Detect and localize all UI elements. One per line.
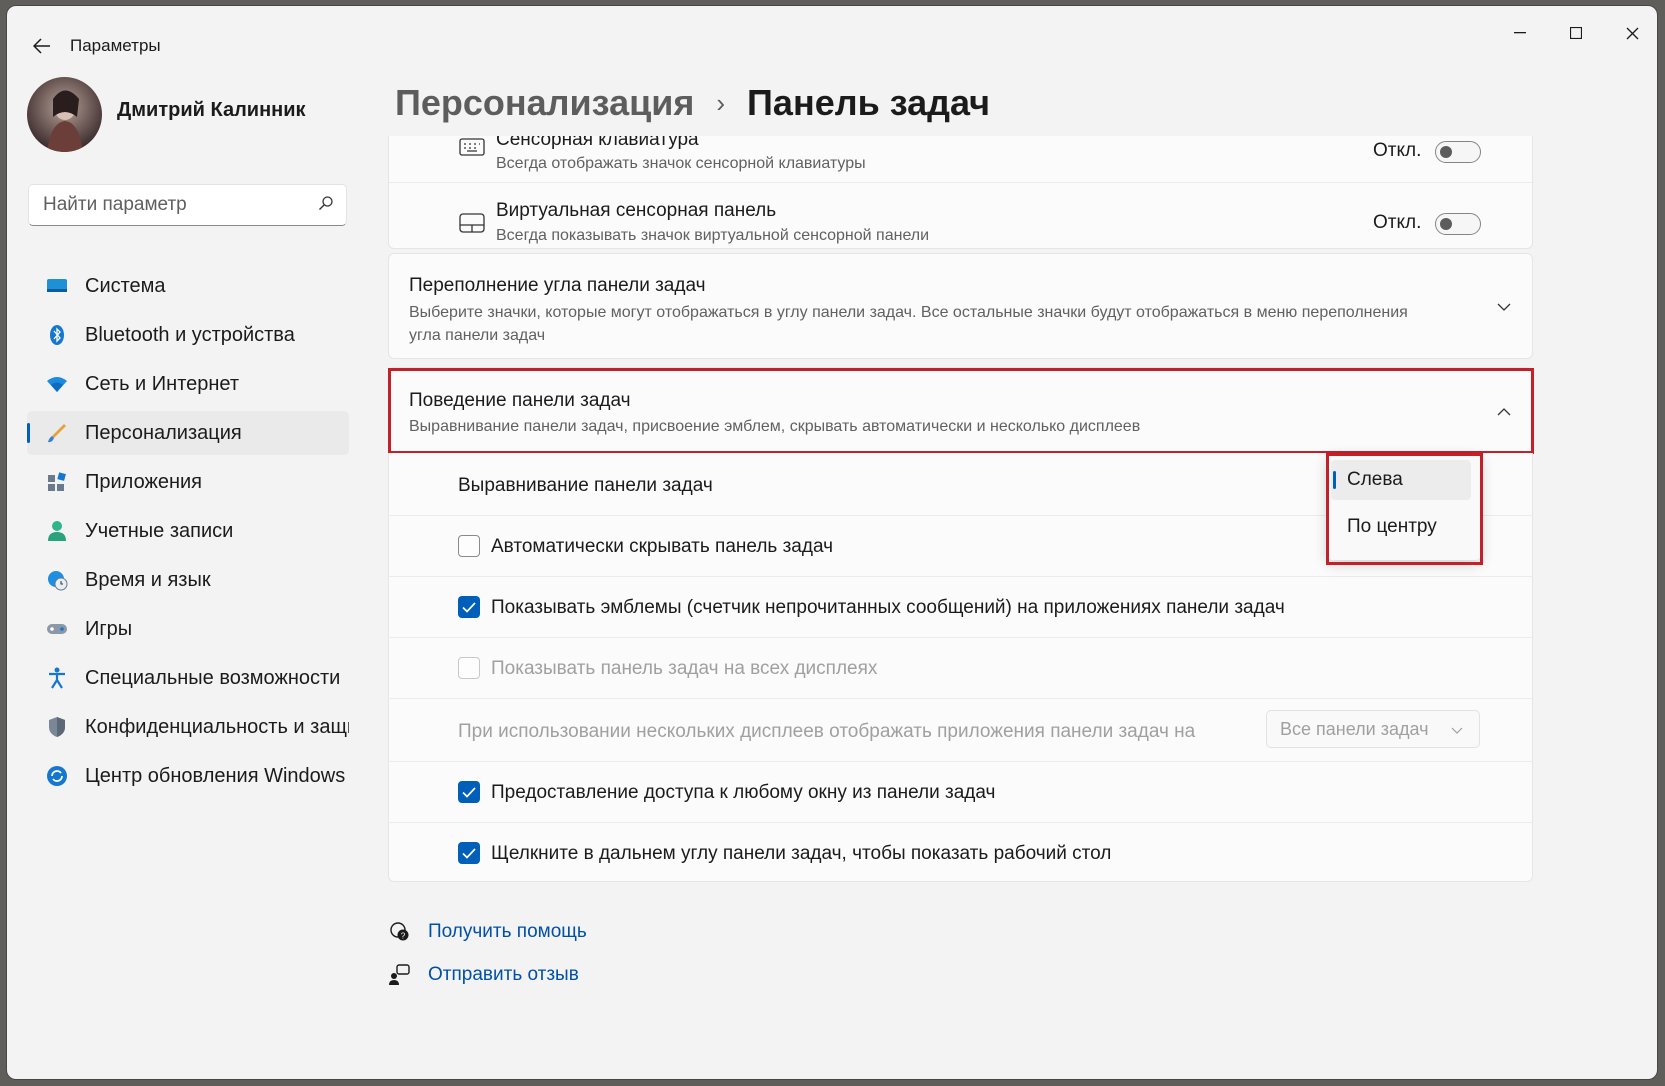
sidebar-item-system[interactable]: Система xyxy=(27,264,349,308)
search-input[interactable] xyxy=(41,185,315,225)
sidebar-item-apps[interactable]: Приложения xyxy=(27,460,349,504)
touch-keyboard-toggle[interactable] xyxy=(1435,141,1481,163)
shield-icon xyxy=(45,715,69,739)
chevron-down-icon[interactable] xyxy=(1494,297,1514,317)
sidebar-item-privacy[interactable]: Конфиденциальность и защита xyxy=(27,705,349,749)
gamepad-icon xyxy=(45,617,69,641)
overflow-subtitle: Выберите значки, которые могут отображат… xyxy=(409,304,1408,344)
app-title: Параметры xyxy=(70,36,161,55)
back-button[interactable] xyxy=(27,31,57,61)
get-help-link[interactable]: ? Получить помощь xyxy=(388,921,587,943)
settings-content: Сенсорная клавиатура Всегда отображать з… xyxy=(388,136,1534,1056)
close-icon xyxy=(1626,27,1638,39)
search-box[interactable] xyxy=(28,184,347,226)
divider xyxy=(389,182,1534,183)
back-arrow-icon xyxy=(33,38,50,54)
touch-keyboard-state: Откл. xyxy=(1373,140,1422,161)
touch-keyboard-title: Сенсорная клавиатура xyxy=(496,136,699,150)
virtual-touchpad-state: Откл. xyxy=(1373,212,1422,233)
user-name: Дмитрий Калинник xyxy=(117,99,306,121)
minimize-icon xyxy=(1514,32,1526,34)
breadcrumb: Персонализация › Панель задач xyxy=(395,82,990,124)
breadcrumb-parent[interactable]: Персонализация xyxy=(395,82,694,124)
all-displays-label: Показывать панель задач на всех дисплеях xyxy=(491,658,878,679)
overflow-title: Переполнение угла панели задач xyxy=(409,275,706,296)
sidebar-item-accessibility[interactable]: Специальные возможности xyxy=(27,656,349,700)
apps-icon xyxy=(45,470,69,494)
settings-window: Параметры Дмитрий Калинник Система B xyxy=(7,6,1657,1079)
overflow-card[interactable]: Переполнение угла панели задач Выберите … xyxy=(388,253,1533,359)
page-title: Панель задач xyxy=(747,82,991,123)
maximize-icon xyxy=(1570,27,1582,39)
all-displays-row: Показывать панель задач на всех дисплеях xyxy=(388,638,1533,698)
bluetooth-icon xyxy=(45,323,69,347)
badges-checkbox[interactable] xyxy=(458,596,480,618)
feedback-icon xyxy=(388,964,410,986)
far-corner-checkbox[interactable] xyxy=(458,842,480,864)
keyboard-icon xyxy=(459,138,485,161)
clock-globe-icon xyxy=(45,568,69,592)
sidebar-item-personalization[interactable]: Персонализация xyxy=(27,411,349,455)
wifi-icon xyxy=(45,372,69,396)
share-window-row: Предоставление доступа к любому окну из … xyxy=(388,762,1533,822)
touch-keyboard-subtitle: Всегда отображать значок сенсорной клави… xyxy=(496,155,866,172)
share-window-checkbox[interactable] xyxy=(458,781,480,803)
minimize-button[interactable] xyxy=(1497,18,1543,48)
sidebar-item-windows-update[interactable]: Центр обновления Windows xyxy=(27,754,349,798)
virtual-touchpad-subtitle: Всегда показывать значок виртуальной сен… xyxy=(496,227,930,244)
sidebar-item-gaming[interactable]: Игры xyxy=(27,607,349,651)
corner-icons-card: Сенсорная клавиатура Всегда отображать з… xyxy=(388,136,1534,249)
maximize-button[interactable] xyxy=(1553,18,1599,48)
update-icon xyxy=(45,764,69,788)
all-displays-checkbox xyxy=(458,657,480,679)
breadcrumb-separator: › xyxy=(716,87,726,118)
far-corner-row: Щелкните в дальнем углу панели задач, чт… xyxy=(388,823,1533,882)
multi-display-row: При использовании нескольких дисплеев от… xyxy=(388,699,1533,761)
badges-label[interactable]: Показывать эмблемы (счетчик непрочитанны… xyxy=(491,597,1285,619)
sidebar-item-accounts[interactable]: Учетные записи xyxy=(27,509,349,553)
highlight-box xyxy=(1326,453,1483,565)
help-icon: ? xyxy=(388,921,410,943)
virtual-touchpad-toggle[interactable] xyxy=(1435,213,1481,235)
multi-display-value: Все панели задач xyxy=(1280,718,1429,739)
checkmark-icon xyxy=(462,601,476,613)
svg-text:?: ? xyxy=(401,932,406,941)
chevron-down-icon xyxy=(1451,727,1463,734)
touchpad-icon xyxy=(459,213,485,238)
close-button[interactable] xyxy=(1609,18,1655,48)
multi-display-dropdown: Все панели задач xyxy=(1266,710,1480,748)
badges-row: Показывать эмблемы (счетчик непрочитанны… xyxy=(388,577,1533,637)
sidebar-nav: Система Bluetooth и устройства Сеть и Ин… xyxy=(27,264,349,803)
person-icon xyxy=(45,519,69,543)
sidebar-item-network[interactable]: Сеть и Интернет xyxy=(27,362,349,406)
alignment-label: Выравнивание панели задач xyxy=(458,475,713,496)
checkmark-icon xyxy=(462,847,476,859)
monitor-icon xyxy=(45,274,69,298)
auto-hide-label[interactable]: Автоматически скрывать панель задач xyxy=(491,536,833,558)
multi-display-label: При использовании нескольких дисплеев от… xyxy=(458,721,1196,742)
auto-hide-checkbox[interactable] xyxy=(458,535,480,557)
highlight-box xyxy=(388,368,1534,454)
send-feedback-link[interactable]: Отправить отзыв xyxy=(388,964,579,986)
sidebar-item-time-language[interactable]: Время и язык xyxy=(27,558,349,602)
brush-icon xyxy=(45,421,69,445)
checkmark-icon xyxy=(462,786,476,798)
accessibility-icon xyxy=(45,666,69,690)
far-corner-label[interactable]: Щелкните в дальнем углу панели задач, чт… xyxy=(491,843,1111,865)
avatar[interactable] xyxy=(27,77,102,152)
virtual-touchpad-title: Виртуальная сенсорная панель xyxy=(496,200,777,221)
search-icon[interactable] xyxy=(318,195,334,216)
sidebar-item-bluetooth[interactable]: Bluetooth и устройства xyxy=(27,313,349,357)
share-window-label[interactable]: Предоставление доступа к любому окну из … xyxy=(491,782,995,804)
